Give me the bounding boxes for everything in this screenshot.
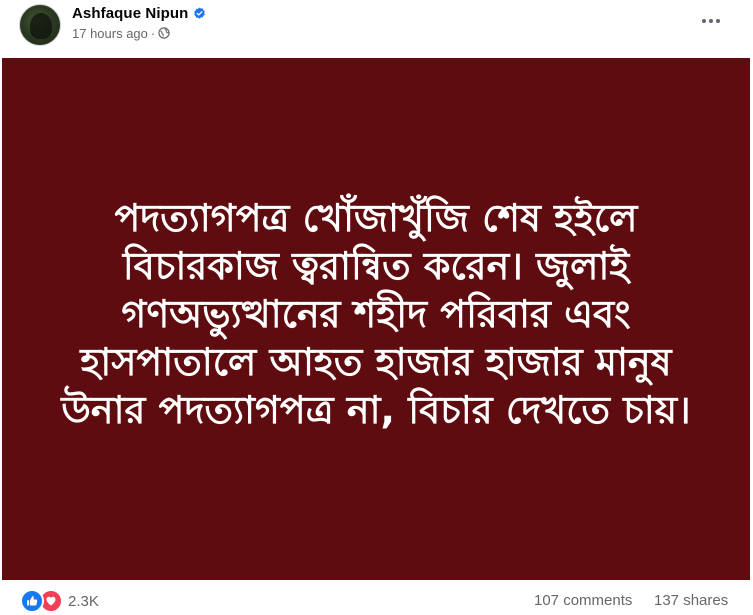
image-text-line: গণঅভ্যুত্থানের শহীদ পরিবার এবং xyxy=(121,292,631,336)
image-text-line: উনার পদত্যাগপত্র না, বিচার দেখতে চায়। xyxy=(61,388,691,432)
post-meta: 17 hours ago · xyxy=(72,25,170,41)
globe-icon[interactable] xyxy=(158,27,170,39)
post-image[interactable]: পদত্যাগপত্র খোঁজাখুঁজি শেষ হইলে বিচারকাজ… xyxy=(2,58,750,580)
image-text-line: বিচারকাজ ত্বরান্বিত করেন। জুলাই xyxy=(122,244,630,288)
reaction-count: 2.3K xyxy=(68,592,99,610)
meta-separator: · xyxy=(150,25,156,41)
post-footer: 2.3K 107 comments 137 shares xyxy=(0,583,753,615)
comments-count-link[interactable]: 107 comments xyxy=(534,592,632,609)
facebook-post: Ashfaque Nipun 17 hours ago · পদত্যাগপত্… xyxy=(0,0,753,615)
author-avatar[interactable] xyxy=(19,4,61,46)
verified-badge-icon xyxy=(193,6,206,20)
author-row: Ashfaque Nipun xyxy=(72,3,206,23)
more-options-button[interactable] xyxy=(696,8,726,34)
image-text-line: পদত্যাগপত্র খোঁজাখুঁজি শেষ হইলে xyxy=(114,196,638,240)
reactions-summary[interactable]: 2.3K xyxy=(20,589,99,613)
shares-count-link[interactable]: 137 shares xyxy=(654,592,728,609)
avatar-silhouette xyxy=(30,13,52,39)
image-text-line: হাসপাতালে আহত হাজার হাজার মানুষ xyxy=(80,340,672,384)
image-text-block: পদত্যাগপত্র খোঁজাখুঁজি শেষ হইলে বিচারকাজ… xyxy=(31,194,721,434)
like-icon xyxy=(20,589,44,613)
author-name[interactable]: Ashfaque Nipun xyxy=(72,5,188,22)
post-timestamp[interactable]: 17 hours ago xyxy=(72,26,148,41)
post-header: Ashfaque Nipun 17 hours ago · xyxy=(0,0,753,58)
reaction-icons xyxy=(20,589,63,613)
more-options-icon xyxy=(702,19,720,23)
